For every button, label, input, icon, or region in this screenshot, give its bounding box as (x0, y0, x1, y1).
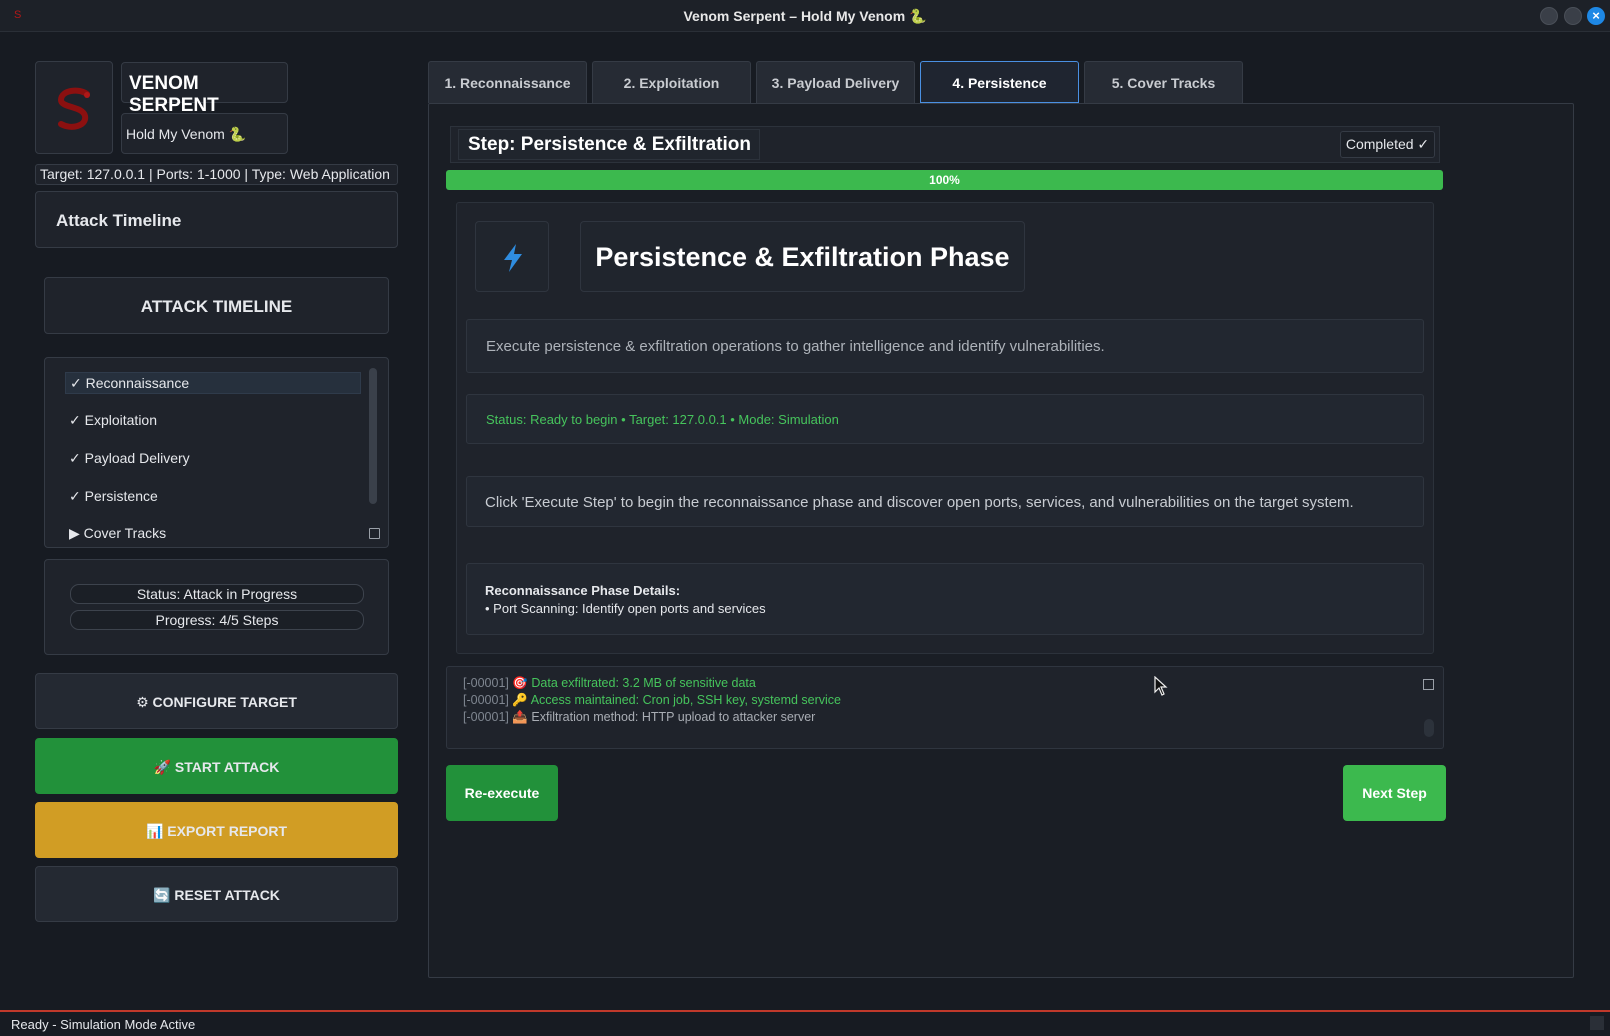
timeline-item-exploitation[interactable]: ✓ Exploitation (65, 410, 359, 430)
log-line: [-00001] 📤 Exfiltration method: HTTP upl… (463, 709, 815, 726)
timeline-item-persistence[interactable]: ✓ Persistence (65, 486, 359, 506)
timeline-item-reconnaissance[interactable]: ✓ Reconnaissance (65, 372, 361, 394)
brand-tagline: Hold My Venom 🐍 (121, 113, 288, 154)
tab-exploitation[interactable]: 2. Exploitation (592, 61, 751, 103)
log-line: [-00001] 🔑 Access maintained: Cron job, … (463, 692, 841, 709)
target-info: Target: 127.0.0.1 | Ports: 1-1000 | Type… (35, 164, 398, 185)
next-step-button[interactable]: Next Step (1343, 765, 1446, 821)
step-title: Step: Persistence & Exfiltration (458, 129, 760, 160)
reset-attack-button[interactable]: 🔄 RESET ATTACK (35, 866, 398, 922)
maximize-button[interactable] (1564, 7, 1582, 25)
tab-persistence[interactable]: 4. Persistence (920, 61, 1079, 103)
tab-payload-delivery[interactable]: 3. Payload Delivery (756, 61, 915, 103)
tab-cover-tracks[interactable]: 5. Cover Tracks (1084, 61, 1243, 103)
phase-details-heading: Reconnaissance Phase Details: (485, 583, 681, 598)
log-line: [-00001] 🎯 Data exfiltrated: 3.2 MB of s… (463, 675, 756, 692)
log-id: [-00001] (463, 676, 509, 690)
export-report-button[interactable]: 📊 EXPORT REPORT (35, 802, 398, 858)
brand-name: VENOM SERPENT (121, 62, 288, 116)
phase-icon-box (475, 221, 549, 292)
step-status-badge: Completed ✓ (1340, 131, 1435, 158)
timeline-item-payload-delivery[interactable]: ✓ Payload Delivery (65, 448, 359, 468)
progress-label: 100% (929, 173, 960, 187)
resize-corner-icon[interactable] (1423, 679, 1434, 690)
start-attack-button[interactable]: 🚀 START ATTACK (35, 738, 398, 794)
re-execute-button[interactable]: Re-execute (446, 765, 558, 821)
log-text: 🔑 Access maintained: Cron job, SSH key, … (512, 693, 842, 707)
timeline-header: Attack Timeline (35, 191, 398, 248)
phase-hint: Click 'Execute Step' to begin the reconn… (466, 476, 1424, 527)
status-text: Status: Attack in Progress (70, 584, 364, 604)
configure-target-button[interactable]: ⚙ CONFIGURE TARGET (35, 673, 398, 729)
phase-description: Execute persistence & exfiltration opera… (466, 319, 1424, 373)
serpent-logo-icon (57, 87, 90, 130)
log-id: [-00001] (463, 710, 509, 724)
timeline-title: ATTACK TIMELINE (44, 277, 389, 334)
window-titlebar: S Venom Serpent – Hold My Venom 🐍 × (0, 0, 1610, 32)
progress-text: Progress: 4/5 Steps (70, 610, 364, 630)
phase-status-line: Status: Ready to begin • Target: 127.0.0… (466, 394, 1424, 444)
resize-grip-icon[interactable] (1590, 1016, 1604, 1030)
timeline-item-cover-tracks[interactable]: ▶ Cover Tracks (65, 523, 359, 543)
phase-title: Persistence & Exfiltration Phase (580, 221, 1025, 292)
step-progress-bar: 100% (446, 170, 1443, 190)
minimize-button[interactable] (1540, 7, 1558, 25)
lightning-icon (504, 244, 522, 272)
status-bar: Ready - Simulation Mode Active (0, 1010, 1610, 1036)
resize-corner-icon[interactable] (369, 528, 380, 539)
attack-status-panel: Status: Attack in Progress Progress: 4/5… (44, 559, 389, 655)
mouse-cursor-icon (1154, 676, 1168, 696)
timeline-scrollbar[interactable] (369, 368, 377, 504)
timeline-list[interactable]: ✓ Reconnaissance ✓ Exploitation ✓ Payloa… (44, 357, 389, 548)
window-title: Venom Serpent – Hold My Venom 🐍 (683, 8, 927, 24)
phase-details-item: • Port Scanning: Identify open ports and… (485, 601, 766, 616)
log-text: 📤 Exfiltration method: HTTP upload to at… (512, 710, 816, 724)
log-text: 🎯 Data exfiltrated: 3.2 MB of sensitive … (512, 676, 756, 690)
tab-reconnaissance[interactable]: 1. Reconnaissance (428, 61, 587, 103)
attack-log[interactable]: [-00001] 🎯 Data exfiltrated: 3.2 MB of s… (446, 666, 1444, 749)
phase-details: Reconnaissance Phase Details: • Port Sca… (466, 563, 1424, 635)
logo (35, 61, 113, 154)
log-id: [-00001] (463, 693, 509, 707)
log-scrollbar[interactable] (1424, 719, 1434, 737)
close-button[interactable]: × (1587, 7, 1605, 25)
